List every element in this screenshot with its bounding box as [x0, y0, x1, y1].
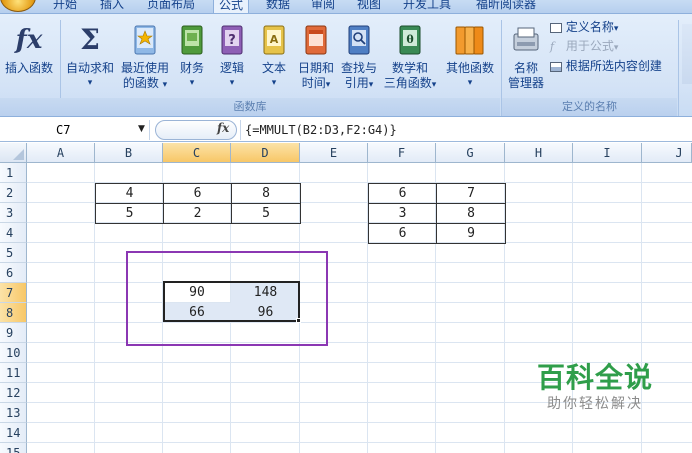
tab-developer[interactable]: 开发工具: [403, 0, 451, 13]
svg-text:θ: θ: [406, 33, 413, 46]
theta-book-icon: θ: [399, 25, 421, 55]
chevron-down-icon[interactable]: ▼: [138, 124, 145, 134]
define-name-icon: [550, 22, 562, 33]
select-all-button[interactable]: [0, 143, 27, 163]
star-book-icon: [134, 25, 156, 55]
watermark-title: 百科全说: [536, 361, 653, 394]
row-header[interactable]: 10: [0, 343, 27, 363]
row-header[interactable]: 1: [0, 163, 27, 183]
row-header[interactable]: 11: [0, 363, 27, 383]
cell-d2[interactable]: 8: [231, 183, 301, 204]
svg-text:?: ?: [228, 33, 236, 48]
column-header[interactable]: D: [231, 143, 300, 163]
gridline: [27, 242, 692, 243]
tab-page-layout[interactable]: 页面布局: [147, 0, 195, 13]
more-functions-button[interactable]: 其他函数 ▾: [442, 24, 498, 91]
ribbon-separator: [678, 20, 679, 116]
math-trig-button[interactable]: θ 数学和 三角函数▾: [380, 24, 440, 93]
use-in-formula-button[interactable]: f 用于公式▾: [550, 39, 660, 56]
column-header[interactable]: I: [573, 143, 642, 163]
column-header[interactable]: B: [95, 143, 163, 163]
fx-icon: fx: [15, 25, 43, 55]
formula-auditing-icon[interactable]: [682, 24, 692, 84]
row-header[interactable]: 8: [0, 303, 27, 323]
column-header[interactable]: A: [27, 143, 95, 163]
row-header[interactable]: 13: [0, 403, 27, 423]
text-book-icon: A: [263, 25, 285, 55]
row-header[interactable]: 15: [0, 443, 27, 453]
gridline: [27, 442, 692, 443]
ribbon-tab-bar: 开始 插入 页面布局 公式 数据 审阅 视图 开发工具 福昕阅读器: [0, 0, 692, 13]
autosum-button[interactable]: Σ 自动求和 ▾: [62, 24, 118, 91]
column-header[interactable]: C: [163, 143, 231, 163]
svg-text:A: A: [270, 33, 279, 46]
books-icon: [455, 26, 484, 55]
lookup-reference-button[interactable]: 查找与 引用▾: [338, 24, 380, 93]
row-header[interactable]: 12: [0, 383, 27, 403]
watermark-subtitle: 助你轻松解决: [547, 396, 643, 412]
text-functions-button[interactable]: A 文本 ▾: [256, 24, 292, 91]
column-header[interactable]: J: [642, 143, 692, 163]
formula-bar: C7 ▼ fx {=MMULT(B2:D3,F2:G4)}: [0, 118, 692, 142]
sigma-icon: Σ: [80, 23, 100, 56]
cell-f4[interactable]: 6: [368, 223, 437, 244]
cell-b3[interactable]: 5: [95, 203, 164, 224]
tab-insert[interactable]: 插入: [100, 0, 124, 13]
use-in-formula-icon: f: [550, 40, 555, 53]
tab-data[interactable]: 数据: [266, 0, 290, 13]
column-header[interactable]: G: [436, 143, 505, 163]
cell-c3[interactable]: 2: [163, 203, 232, 224]
highlight-annotation-box: [126, 251, 328, 346]
office-button[interactable]: [0, 0, 36, 12]
row-header[interactable]: 5: [0, 243, 27, 263]
ribbon: fx 插入函数 Σ 自动求和 ▾ 最近使用 的函数 ▾ 财务 ▾ ? 逻辑 ▾ …: [0, 13, 692, 117]
cell-g3[interactable]: 8: [436, 203, 506, 224]
create-from-selection-button[interactable]: 根据所选内容创建: [550, 59, 675, 74]
name-manager-icon: [513, 27, 539, 51]
column-header[interactable]: E: [300, 143, 368, 163]
recently-used-button[interactable]: 最近使用 的函数 ▾: [117, 24, 173, 93]
row-header[interactable]: 3: [0, 203, 27, 223]
name-manager-button[interactable]: 名称 管理器: [503, 24, 549, 91]
row-header[interactable]: 14: [0, 423, 27, 443]
logical-button[interactable]: ? 逻辑 ▾: [214, 24, 250, 91]
tab-home[interactable]: 开始: [53, 0, 77, 13]
financial-book-icon: [181, 25, 203, 55]
lookup-book-icon: [348, 25, 370, 55]
gridline: [27, 422, 692, 423]
calendar-book-icon: [305, 25, 327, 55]
create-from-selection-icon: [550, 61, 562, 72]
cell-g2[interactable]: 7: [436, 183, 506, 204]
insert-function-icon[interactable]: fx: [217, 121, 229, 135]
watermark: 百科全说 助你轻松解决: [500, 361, 690, 413]
worksheet-grid[interactable]: A B C D E F G H I J 1 2 3 4 5 6 7 8 9 10…: [0, 143, 692, 453]
cell-d3[interactable]: 5: [231, 203, 301, 224]
name-box[interactable]: C7: [0, 120, 150, 140]
cell-c2[interactable]: 6: [163, 183, 232, 204]
row-header[interactable]: 7: [0, 283, 27, 303]
column-header[interactable]: H: [505, 143, 573, 163]
formula-input[interactable]: {=MMULT(B2:D3,F2:G4)}: [240, 120, 397, 140]
cell-b2[interactable]: 4: [95, 183, 164, 204]
tab-view[interactable]: 视图: [357, 0, 381, 13]
tab-formulas[interactable]: 公式: [213, 0, 250, 13]
cell-f2[interactable]: 6: [368, 183, 437, 204]
row-header[interactable]: 9: [0, 323, 27, 343]
tab-foxit-reader[interactable]: 福昕阅读器: [476, 0, 536, 13]
cell-g4[interactable]: 9: [436, 223, 506, 244]
tab-review[interactable]: 审阅: [311, 0, 335, 13]
group-label-function-library: 函数库: [0, 98, 500, 116]
insert-function-button[interactable]: fx 插入函数: [1, 24, 57, 76]
row-header[interactable]: 6: [0, 263, 27, 283]
date-time-button[interactable]: 日期和 时间▾: [295, 24, 337, 93]
group-label-defined-names: 定义的名称: [502, 98, 677, 116]
logical-book-icon: ?: [221, 25, 243, 55]
row-header[interactable]: 4: [0, 223, 27, 243]
define-name-button[interactable]: 定义名称▾: [550, 20, 660, 37]
cell-f3[interactable]: 3: [368, 203, 437, 224]
financial-button[interactable]: 财务 ▾: [174, 24, 210, 91]
column-header[interactable]: F: [368, 143, 436, 163]
row-header[interactable]: 2: [0, 183, 27, 203]
